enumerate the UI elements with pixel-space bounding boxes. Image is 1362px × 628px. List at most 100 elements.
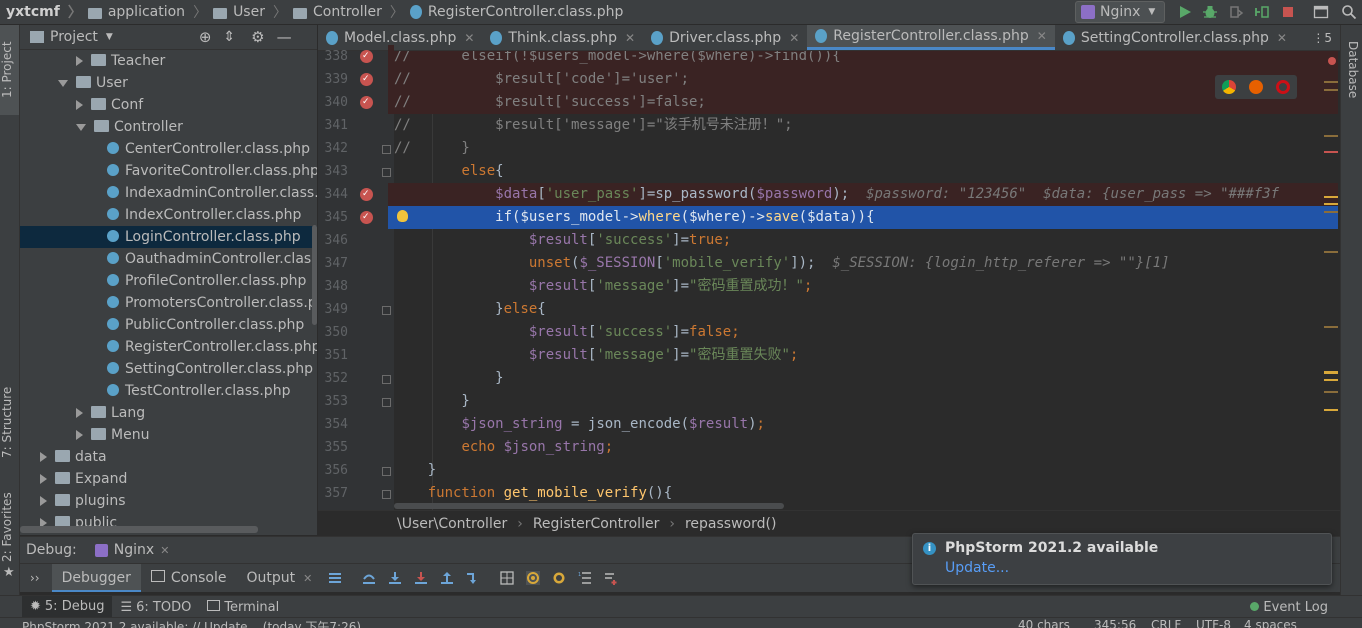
error-stripe-mark[interactable] xyxy=(1324,391,1338,393)
gear-icon[interactable]: ⚙ xyxy=(251,28,264,46)
close-icon[interactable]: ✕ xyxy=(625,31,635,45)
error-stripe-mark[interactable] xyxy=(1328,57,1336,65)
coverage-icon[interactable] xyxy=(1228,4,1244,20)
method-crumb[interactable]: repassword() xyxy=(685,516,776,532)
code-line[interactable]: // } xyxy=(394,137,1338,160)
chevron-right-icon[interactable] xyxy=(76,56,83,66)
chevron-right-icon[interactable] xyxy=(76,100,83,110)
code-line[interactable]: } xyxy=(394,390,1338,413)
database-tool-tab[interactable]: Database xyxy=(1341,25,1360,115)
breadcrumb-project[interactable]: yxtcmf 〉 xyxy=(0,2,82,22)
code-editor[interactable]: // elseif(!$users_model->where($where)->… xyxy=(394,51,1338,510)
step-out-icon[interactable] xyxy=(440,571,454,585)
code-line[interactable]: } xyxy=(394,459,1338,482)
close-icon[interactable]: ✕ xyxy=(789,31,799,45)
fold-marker-icon[interactable] xyxy=(382,375,391,384)
tree-file[interactable]: TestController.class.php xyxy=(20,380,317,402)
code-line[interactable]: $result['message']="密码重置失败"; xyxy=(394,344,1338,367)
code-line[interactable]: if($users_model->where($where)->save($da… xyxy=(394,206,1338,229)
close-icon[interactable]: ✕ xyxy=(1037,29,1047,43)
tab-output[interactable]: Output ✕ xyxy=(236,564,322,592)
code-line[interactable]: unset($_SESSION['mobile_verify']); $_SES… xyxy=(394,252,1338,275)
opera-icon[interactable] xyxy=(1276,80,1291,94)
class-crumb[interactable]: RegisterController xyxy=(533,516,660,532)
error-stripe-mark[interactable] xyxy=(1324,409,1338,411)
stop-icon[interactable] xyxy=(1280,4,1296,20)
close-icon[interactable]: ✕ xyxy=(303,572,312,585)
namespace-crumb[interactable]: \User\Controller xyxy=(397,516,507,532)
expand-icon[interactable]: ›› xyxy=(30,571,40,585)
breakpoint-icon[interactable]: ✓ xyxy=(360,211,373,224)
fold-marker-icon[interactable] xyxy=(382,306,391,315)
tab-think[interactable]: Think.class.php ✕ xyxy=(482,25,643,50)
step-over-icon[interactable] xyxy=(362,571,376,585)
tree-horizontal-scrollbar[interactable] xyxy=(20,526,258,533)
close-icon[interactable]: ✕ xyxy=(464,31,474,45)
chevron-down-icon[interactable]: ▼ xyxy=(106,32,113,42)
tree-file[interactable]: SettingController.class.php xyxy=(20,358,317,380)
hide-icon[interactable]: — xyxy=(277,28,292,46)
code-line[interactable]: else{ xyxy=(394,160,1338,183)
project-panel-title[interactable]: Project xyxy=(50,29,98,45)
collapse-icon[interactable]: ⇕ xyxy=(223,29,235,45)
intention-bulb-icon[interactable] xyxy=(397,210,408,222)
breakpoint-icon[interactable]: ✓ xyxy=(360,73,373,86)
breakpoint-icon[interactable]: ✓ xyxy=(360,50,373,63)
locate-icon[interactable]: ⊕ xyxy=(199,28,212,46)
tab-debugger[interactable]: Debugger xyxy=(51,564,141,592)
tree-file[interactable]: FavoriteController.class.php xyxy=(20,160,317,182)
favorites-tool-tab[interactable]: 2: Favorites xyxy=(0,490,19,565)
editor-horizontal-scrollbar[interactable] xyxy=(394,503,784,509)
error-stripe-mark[interactable] xyxy=(1324,81,1338,83)
code-line[interactable]: $json_string = json_encode($result); xyxy=(394,413,1338,436)
listen-debug-icon[interactable] xyxy=(1254,4,1270,20)
tree-folder[interactable]: Menu xyxy=(20,424,317,446)
breadcrumb-user[interactable]: User 〉 xyxy=(207,2,287,22)
fold-marker-icon[interactable] xyxy=(382,490,391,499)
code-line[interactable]: // $result['message']="该手机号未注册！"; xyxy=(394,114,1338,137)
chevron-down-icon[interactable] xyxy=(58,79,68,87)
code-line[interactable]: $result['message']="密码重置成功！"; xyxy=(394,275,1338,298)
mute-breakpoints-icon[interactable] xyxy=(552,571,566,585)
tree-folder[interactable]: User xyxy=(20,72,317,94)
force-step-into-icon[interactable] xyxy=(414,571,428,585)
tree-file[interactable]: CenterController.class.php xyxy=(20,138,317,160)
code-line[interactable]: // elseif(!$users_model->where($where)->… xyxy=(394,51,1338,68)
tree-folder[interactable]: plugins xyxy=(20,490,317,512)
event-log[interactable]: Event Log xyxy=(1250,600,1328,615)
error-stripe-mark[interactable] xyxy=(1324,151,1338,153)
error-stripe-mark[interactable] xyxy=(1324,203,1338,205)
fold-marker-icon[interactable] xyxy=(382,467,391,476)
code-line[interactable]: // $result['success']=false; xyxy=(394,91,1338,114)
tree-file[interactable]: LoginController.class.php xyxy=(20,226,317,248)
fold-marker-icon[interactable] xyxy=(382,168,391,177)
tab-registercontroller[interactable]: RegisterController.class.php ✕ xyxy=(807,25,1055,50)
frames-icon[interactable]: 1 xyxy=(578,571,592,585)
code-line[interactable]: echo $json_string; xyxy=(394,436,1338,459)
close-icon[interactable]: ✕ xyxy=(160,544,169,557)
error-stripe[interactable] xyxy=(1322,51,1338,510)
code-line[interactable]: } xyxy=(394,367,1338,390)
code-line[interactable]: }else{ xyxy=(394,298,1338,321)
tree-folder[interactable]: Controller xyxy=(20,116,317,138)
breadcrumb-application[interactable]: application 〉 xyxy=(82,2,207,22)
update-link[interactable]: Update... xyxy=(945,560,1009,576)
tree-folder[interactable]: Conf xyxy=(20,94,317,116)
structure-tool-tab[interactable]: 7: Structure xyxy=(0,385,19,460)
layout-icon[interactable] xyxy=(1313,4,1329,20)
tab-driver[interactable]: Driver.class.php ✕ xyxy=(643,25,807,50)
tree-file[interactable]: IndexadminController.class.php xyxy=(20,182,317,204)
view-breakpoints-icon[interactable] xyxy=(526,571,541,585)
editor-gutter[interactable]: 338 ✓ 339 ✓ 340 ✓ 341 342 343 344 ✓ 345 ✓ 346 347 348 34… xyxy=(318,45,394,510)
error-stripe-mark[interactable] xyxy=(1324,371,1338,374)
search-icon[interactable] xyxy=(1341,4,1357,20)
code-line[interactable]: $data['user_pass']=sp_password($password… xyxy=(394,183,1338,206)
tree-folder[interactable]: Expand xyxy=(20,468,317,490)
chevron-right-icon[interactable] xyxy=(40,496,47,506)
error-stripe-mark[interactable] xyxy=(1324,251,1338,253)
tree-vertical-scrollbar[interactable] xyxy=(312,225,317,325)
code-line[interactable]: $result['success']=false; xyxy=(394,321,1338,344)
error-stripe-mark[interactable] xyxy=(1324,379,1338,381)
error-stripe-mark[interactable] xyxy=(1324,196,1338,198)
tool-tab-terminal[interactable]: Terminal xyxy=(199,599,287,615)
